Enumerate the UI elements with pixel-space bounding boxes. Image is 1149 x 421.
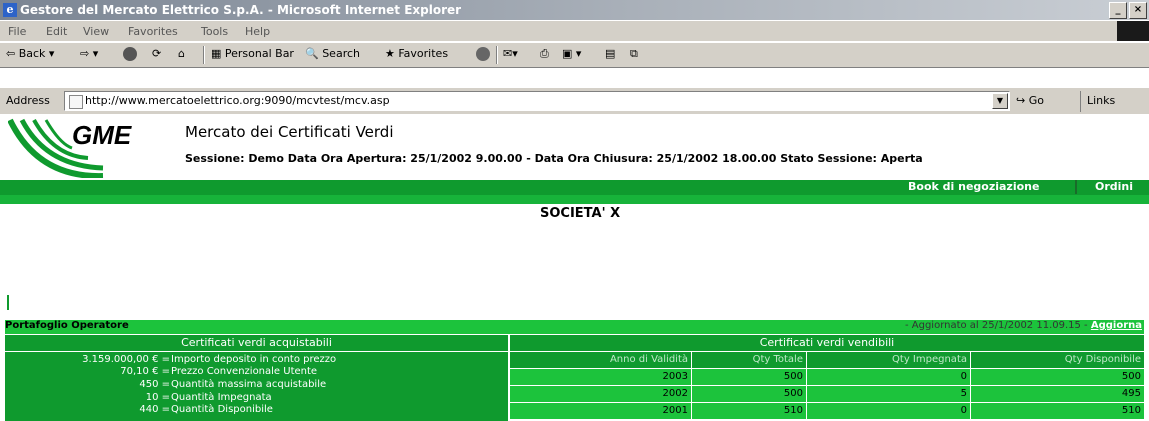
- search-button[interactable]: 🔍 Search: [305, 47, 360, 60]
- forward-button[interactable]: ⇨ ▾: [80, 47, 98, 60]
- nav-ordini[interactable]: Ordini: [1095, 180, 1133, 193]
- history-icon[interactable]: [476, 47, 490, 61]
- menu-tools[interactable]: Tools: [201, 25, 228, 38]
- personal-bar-button[interactable]: ▦ Personal Bar: [211, 47, 294, 60]
- column-header: Qty Totale: [692, 352, 806, 368]
- discuss-icon[interactable]: ▤: [605, 47, 615, 60]
- window-title: Gestore del Mercato Elettrico S.p.A. - M…: [20, 3, 462, 17]
- menu-bar: File Edit View Favorites Tools Help: [0, 21, 1149, 41]
- nav-book-negoziazione[interactable]: Book di negoziazione: [908, 180, 1039, 193]
- minimize-button[interactable]: _: [1109, 2, 1127, 19]
- session-info: Sessione: Demo Data Ora Apertura: 25/1/2…: [185, 152, 923, 165]
- portfolio-bar: Portafoglio Operatore - Aggiornato al 25…: [5, 320, 1144, 334]
- menu-favorites[interactable]: Favorites: [128, 25, 178, 38]
- page-icon: [69, 95, 83, 109]
- close-button[interactable]: ×: [1129, 2, 1147, 19]
- list-item: 3.159.000,00 € = Importo deposito in cont…: [82, 354, 337, 365]
- column-header: Qty Disponibile: [971, 352, 1144, 368]
- nav-bar: Book di negoziazione Ordini: [0, 180, 1149, 204]
- table-row: 2002 500 5 495: [510, 386, 1144, 403]
- window-title-bar: e Gestore del Mercato Elettrico S.p.A. -…: [0, 0, 1149, 20]
- chevron-down-icon[interactable]: ▼: [992, 93, 1008, 109]
- mail-icon[interactable]: ✉▾: [503, 47, 518, 60]
- ie-icon: e: [3, 3, 17, 17]
- buyable-panel: 3.159.000,00 € = Importo deposito in cont…: [5, 352, 508, 421]
- address-bar: Address http://www.mercatoelettrico.org:…: [0, 88, 1149, 114]
- address-input[interactable]: http://www.mercatoelettrico.org:9090/mcv…: [64, 91, 1010, 111]
- svg-text:GME: GME: [72, 120, 132, 150]
- column-header: Qty Impegnata: [807, 352, 970, 368]
- address-label: Address: [6, 94, 50, 107]
- menu-file[interactable]: File: [8, 25, 26, 38]
- menu-view[interactable]: View: [83, 25, 109, 38]
- menu-help[interactable]: Help: [245, 25, 270, 38]
- gme-logo: GME: [8, 118, 132, 178]
- address-url[interactable]: http://www.mercatoelettrico.org:9090/mcv…: [85, 94, 390, 107]
- list-item: 440 = Quantità Disponibile: [139, 404, 273, 415]
- refresh-link[interactable]: Aggiorna: [1091, 320, 1142, 331]
- favorites-button[interactable]: ★ Favorites: [385, 47, 448, 60]
- standard-toolbar: ⇦ Back ▾ ⇨ ▾ ⟳ ⌂ ▦ Personal Bar 🔍 Search…: [0, 42, 1149, 68]
- windows-logo-icon: [1117, 21, 1149, 41]
- home-icon[interactable]: ⌂: [178, 47, 185, 60]
- update-status: - Aggiornato al 25/1/2002 11.09.15 - Agg…: [904, 320, 1142, 331]
- list-item: 450 = Quantità massima acquistabile: [139, 379, 327, 390]
- back-button[interactable]: ⇦ Back ▾: [6, 47, 54, 60]
- print-icon[interactable]: ⎙: [540, 47, 549, 61]
- sellable-header: Certificati verdi vendibili: [510, 335, 1144, 351]
- refresh-icon[interactable]: ⟳: [152, 47, 161, 60]
- go-button[interactable]: ↪ Go: [1016, 94, 1044, 107]
- page-content: GME Mercato dei Certificati Verdi Sessio…: [0, 114, 1149, 421]
- links-button[interactable]: Links: [1080, 91, 1115, 112]
- portfolio-title: Portafoglio Operatore: [5, 320, 129, 331]
- table-row: 2001 510 0 510: [510, 403, 1144, 420]
- column-header: Anno di Validità: [510, 352, 691, 368]
- table-row: 2003 500 0 500: [510, 369, 1144, 386]
- buyable-header: Certificati verdi acquistabili: [5, 335, 508, 351]
- edit-icon[interactable]: ▣ ▾: [562, 47, 581, 60]
- company-name: SOCIETA' X: [540, 206, 621, 221]
- messenger-icon[interactable]: ⧉: [630, 47, 638, 61]
- table-header-row: Anno di Validità Qty Totale Qty Impegnat…: [510, 352, 1144, 369]
- stop-icon[interactable]: [123, 47, 137, 61]
- list-item: 70,10 € = Prezzo Convenzionale Utente: [120, 366, 318, 377]
- list-item: 10 = Quantità Impegnata: [145, 392, 272, 403]
- page-title: Mercato dei Certificati Verdi: [185, 123, 394, 141]
- divider: [7, 295, 9, 310]
- menu-edit[interactable]: Edit: [46, 25, 67, 38]
